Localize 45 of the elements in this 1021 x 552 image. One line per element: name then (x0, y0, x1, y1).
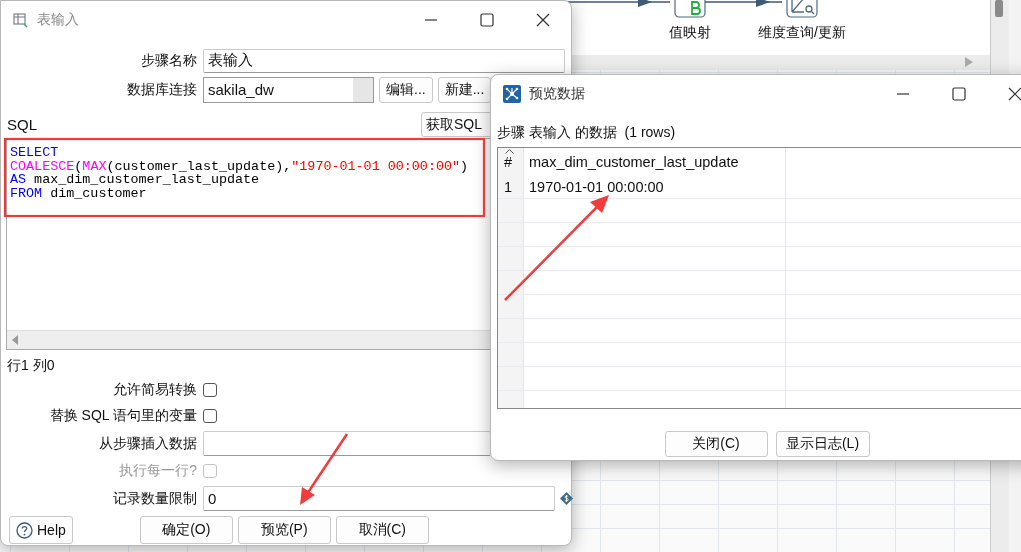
column-header[interactable]: max_dim_customer_last_update (524, 148, 786, 175)
help-icon (16, 521, 33, 539)
cursor-position: 行1 列0 (7, 357, 55, 373)
field-label: 步骤名称 (140, 51, 197, 70)
horizontal-scrollbar[interactable] (7, 330, 490, 349)
sql-editor[interactable]: SELECT COALESCE(MAX(customer_last_update),"1970-01-01 00:00:00") AS max_dim_customer_last_update FROM dim_customer (6, 138, 491, 350)
window-title: 表输入 (37, 11, 79, 29)
scrollbar-thumb[interactable] (995, 0, 1003, 17)
network-icon (503, 85, 521, 103)
dialog-button[interactable]: 显示日志(L) (775, 431, 870, 457)
code-line: AS max_dim_customer_last_update (10, 173, 260, 187)
option-label: 执行每一行? (118, 462, 197, 480)
connection-button[interactable]: 编辑... (379, 76, 433, 103)
sql-label: SQL (7, 116, 37, 135)
help-button[interactable]: Help (9, 516, 73, 544)
checkbox[interactable] (203, 383, 217, 397)
checkbox[interactable] (203, 409, 217, 423)
option-label: 允许简易转换 (112, 381, 197, 399)
input-field[interactable] (203, 431, 491, 456)
scroll-right-icon[interactable] (965, 57, 973, 67)
input-field[interactable]: 0 (203, 486, 555, 511)
window-title: 预览数据 (529, 85, 585, 103)
sort-icon[interactable] (505, 149, 514, 154)
step-label: 维度查询/更新 (758, 24, 846, 42)
dialog-button[interactable]: 预览(P) (237, 516, 331, 544)
step-label: 值映射 (669, 24, 711, 42)
annotation-arrow (300, 433, 349, 505)
field-label: 从步骤插入数据 (98, 434, 197, 453)
connection-button[interactable]: 新建... (437, 76, 492, 103)
code-line: SELECT (10, 146, 59, 160)
column-header[interactable]: # (498, 148, 524, 175)
code-line: FROM dim_customer (10, 186, 147, 200)
connection-dropdown[interactable]: sakila_dw (203, 76, 374, 103)
input-field[interactable]: 表输入 (203, 48, 565, 73)
scroll-left-icon[interactable] (12, 335, 18, 345)
code-line: COALESCE(MAX(customer_last_update),"1970-01-01 00:00:00") (10, 159, 469, 173)
field-label: 数据库连接 (126, 80, 197, 99)
dialog-button[interactable]: 取消(C) (335, 516, 429, 544)
table-icon (13, 12, 29, 28)
option-label: 替换 SQL 语句里的变量 (48, 407, 197, 425)
dialog-button[interactable]: 关闭(C) (664, 431, 768, 457)
table-cell: 1 (498, 175, 524, 198)
field-label: 记录数量限制 (112, 489, 197, 508)
variable-icon[interactable] (560, 492, 573, 505)
dialog-button[interactable]: 确定(O) (139, 516, 233, 544)
